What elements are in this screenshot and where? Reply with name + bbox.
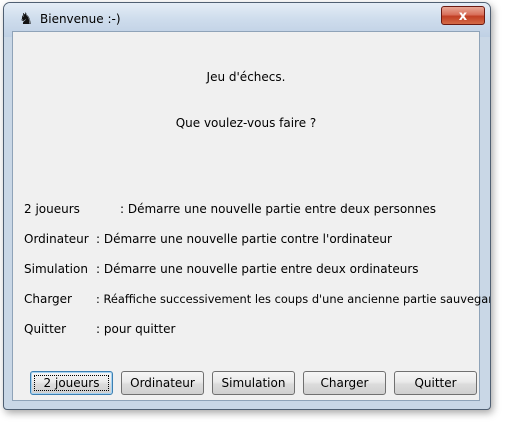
question-text: Que voulez-vous faire ?: [175, 116, 317, 130]
option-desc-2-joueurs: : Démarre une nouvelle partie entre deux…: [120, 202, 437, 216]
option-desc-ordinateur: : Démarre une nouvelle partie contre l'o…: [96, 232, 392, 246]
option-label-ordinateur: Ordinateur: [24, 232, 89, 246]
option-label-2-joueurs: 2 joueurs: [24, 202, 80, 216]
two-players-button[interactable]: 2 joueurs: [30, 371, 113, 395]
quit-button[interactable]: Quitter: [394, 371, 477, 395]
option-label-simulation: Simulation: [24, 262, 88, 276]
option-label-quitter: Quitter: [24, 322, 67, 336]
close-button[interactable]: x: [441, 6, 485, 25]
simulation-button[interactable]: Simulation: [212, 371, 295, 395]
computer-button[interactable]: Ordinateur: [121, 371, 204, 395]
load-button[interactable]: Charger: [303, 371, 386, 395]
game-heading: Jeu d'échecs.: [206, 70, 286, 84]
window-title: Bienvenue :-): [40, 12, 121, 26]
dialog-window: ♞ Bienvenue :-) x Jeu d'échecs. Que voul…: [3, 2, 491, 410]
focus-rectangle: [34, 375, 109, 391]
option-label-charger: Charger: [24, 292, 72, 306]
option-desc-quitter: : pour quitter: [96, 322, 176, 336]
chess-piece-icon: ♞: [18, 9, 34, 28]
option-desc-charger: : Réaffiche successivement les coups d'u…: [96, 292, 491, 306]
option-desc-simulation: : Démarre une nouvelle partie entre deux…: [96, 262, 419, 276]
dialog-content: Jeu d'échecs. Que voulez-vous faire ? 2 …: [12, 31, 490, 401]
